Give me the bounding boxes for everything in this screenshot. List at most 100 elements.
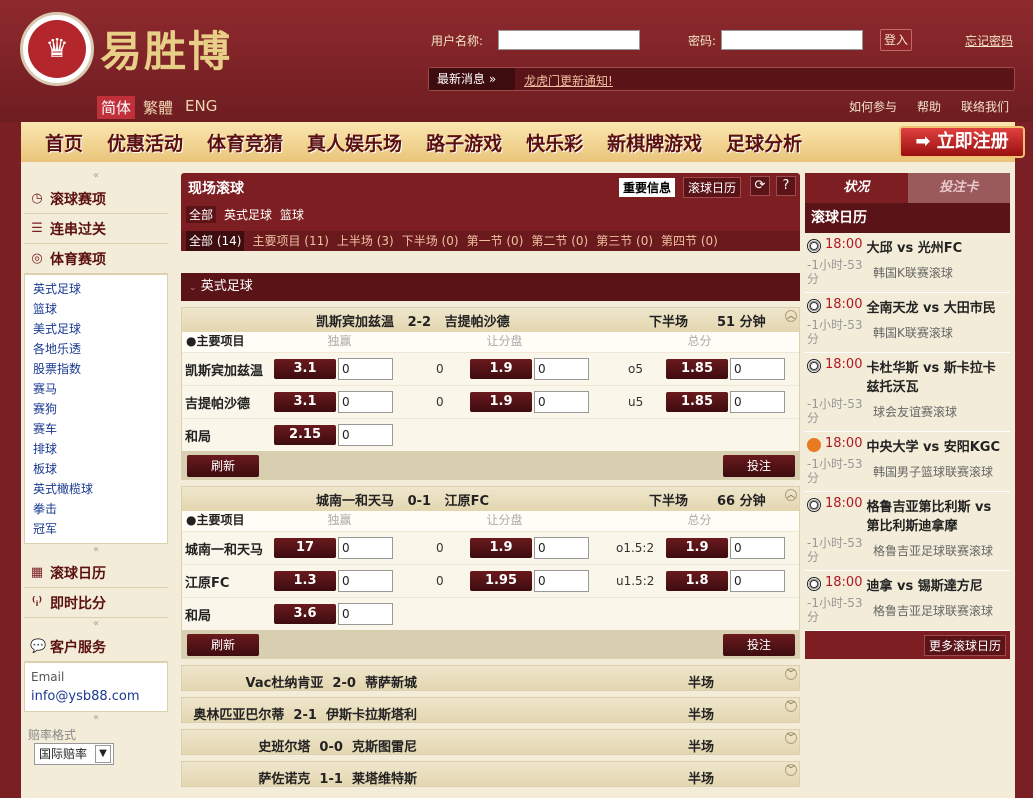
sidebar-live-calendar[interactable]: ▦ 滚球日历 xyxy=(24,558,168,588)
odds-button[interactable]: 3.1 xyxy=(274,392,336,412)
sidebar-customer-service[interactable]: 💬 客户服务 xyxy=(24,632,168,662)
register-button[interactable]: ➡ 立即注册 xyxy=(899,126,1025,158)
collapse-icon[interactable]: « xyxy=(24,170,168,184)
stake-input[interactable]: 0 xyxy=(534,570,589,592)
nav-lottery[interactable]: 快乐彩 xyxy=(514,129,595,156)
help-icon[interactable]: ? xyxy=(776,176,796,196)
calendar-event[interactable]: 18:00 大邱 vs 光州FC -1小时-53分 韩国K联赛滚球 xyxy=(805,233,1010,293)
sport-link-lotto[interactable]: 各地乐透 xyxy=(33,339,159,359)
collapse-icon[interactable]: « xyxy=(24,712,168,726)
lang-english[interactable]: ENG xyxy=(181,96,221,119)
tab-status[interactable]: 状况 xyxy=(805,173,908,203)
tab-bet-slip[interactable]: 投注卡 xyxy=(907,173,1010,203)
odds-button[interactable]: 1.95 xyxy=(470,571,532,591)
lang-traditional[interactable]: 繁體 xyxy=(139,96,177,119)
stake-input[interactable]: 0 xyxy=(534,358,589,380)
calendar-event[interactable]: 18:00 格鲁吉亚第比利斯 vs 第比利斯迪拿摩 -1小时-53分 格鲁吉亚足球联… xyxy=(805,492,1010,571)
period-first-half[interactable]: 上半场 (3) xyxy=(337,231,394,251)
sidebar-parlay[interactable]: ☰ 连串过关 xyxy=(24,214,168,244)
stake-input[interactable]: 0 xyxy=(338,570,393,592)
nav-football-analysis[interactable]: 足球分析 xyxy=(714,129,814,156)
sport-link-motor[interactable]: 赛车 xyxy=(33,419,159,439)
calendar-event[interactable]: 18:00 卡杜华斯 vs 斯卡拉卡兹托沃瓦 -1小时-53分 球会友谊赛滚球 xyxy=(805,353,1010,432)
password-input[interactable] xyxy=(721,30,863,50)
odds-button[interactable]: 1.3 xyxy=(274,571,336,591)
news-link[interactable]: 龙虎门更新通知! xyxy=(524,72,613,89)
calendar-event[interactable]: 18:00 全南天龙 vs 大田市民 -1小时-53分 韩国K联赛滚球 xyxy=(805,293,1010,353)
refresh-icon[interactable]: ⟳ xyxy=(750,176,770,196)
nav-home[interactable]: 首页 xyxy=(33,129,95,156)
odds-button[interactable]: 1.8 xyxy=(666,571,728,591)
help-link[interactable]: 帮助 xyxy=(917,98,941,115)
lang-simplified[interactable]: 简体 xyxy=(97,96,136,119)
brand-name[interactable]: 易胜博 xyxy=(100,18,232,79)
sport-link-football[interactable]: 英式足球 xyxy=(33,279,159,299)
sport-link-rugby[interactable]: 英式橄榄球 xyxy=(33,479,159,499)
sport-link-volleyball[interactable]: 排球 xyxy=(33,439,159,459)
odds-button[interactable]: 17 xyxy=(274,538,336,558)
forgot-password-link[interactable]: 忘记密码 xyxy=(965,32,1013,49)
sport-link-stocks[interactable]: 股票指数 xyxy=(33,359,159,379)
period-q1[interactable]: 第一节 (0) xyxy=(467,231,524,251)
period-second-half[interactable]: 下半场 (0) xyxy=(402,231,459,251)
period-q4[interactable]: 第四节 (0) xyxy=(661,231,718,251)
odds-format-select[interactable]: 国际赔率 ▼ xyxy=(34,743,114,765)
sport-filter-basketball[interactable]: 篮球 xyxy=(280,206,304,223)
odds-button[interactable]: 1.85 xyxy=(666,359,728,379)
bet-button[interactable]: 投注 xyxy=(723,455,795,477)
refresh-button[interactable]: 刷新 xyxy=(187,634,259,656)
stake-input[interactable]: 0 xyxy=(730,570,785,592)
sport-filter-all[interactable]: 全部 xyxy=(186,206,217,223)
stake-input[interactable]: 0 xyxy=(730,537,785,559)
odds-button[interactable]: 1.9 xyxy=(470,538,532,558)
refresh-button[interactable]: 刷新 xyxy=(187,455,259,477)
collapsed-match[interactable]: 萨佐诺克 1-1 莱塔维特斯 半场 ﹀ xyxy=(181,761,800,787)
expand-icon[interactable]: ﹀ xyxy=(785,668,797,680)
period-all[interactable]: 全部 (14) xyxy=(186,231,245,251)
login-button[interactable]: 登入 xyxy=(880,29,912,51)
more-calendar-button[interactable]: 更多滚球日历 xyxy=(923,635,1006,656)
odds-button[interactable]: 1.85 xyxy=(666,392,728,412)
stake-input[interactable]: 0 xyxy=(534,537,589,559)
contact-link[interactable]: 联络我们 xyxy=(961,98,1009,115)
email-link[interactable]: info@ysb88.com xyxy=(31,687,161,707)
odds-button[interactable]: 3.1 xyxy=(274,359,336,379)
expand-icon[interactable]: ﹀ xyxy=(785,700,797,712)
sport-link-outright[interactable]: 冠军 xyxy=(33,519,159,539)
logo-icon[interactable]: ♛ xyxy=(20,12,94,86)
stake-input[interactable]: 0 xyxy=(338,537,393,559)
expand-icon[interactable]: ﹀ xyxy=(785,764,797,776)
nav-sports[interactable]: 体育竞猜 xyxy=(195,129,295,156)
important-info-button[interactable]: 重要信息 xyxy=(619,178,676,197)
sidebar-live-score[interactable]: ⁽ᵢ⁾ 即时比分 xyxy=(24,588,168,618)
period-q3[interactable]: 第三节 (0) xyxy=(596,231,653,251)
nav-card-games[interactable]: 新棋牌游戏 xyxy=(595,129,714,156)
collapsed-match[interactable]: Vac杜纳肯亚 2-0 蒂萨新城 半场 ﹀ xyxy=(181,665,800,691)
odds-button[interactable]: 1.9 xyxy=(470,392,532,412)
collapse-icon[interactable]: « xyxy=(24,618,168,632)
stake-input[interactable]: 0 xyxy=(730,391,785,413)
live-calendar-button[interactable]: 滚球日历 xyxy=(683,177,742,198)
sidebar-live-events[interactable]: ◷ 滚球赛项 xyxy=(24,184,168,214)
collapse-up-icon[interactable]: ︿ xyxy=(785,310,797,322)
odds-button[interactable]: 1.9 xyxy=(666,538,728,558)
odds-button[interactable]: 2.15 xyxy=(274,425,336,445)
calendar-event[interactable]: 18:00 中央大学 vs 安阳KGC -1小时-53分 韩国男子篮球联赛滚球 xyxy=(805,432,1010,492)
collapsed-match[interactable]: 史班尔塔 0-0 克斯图雷尼 半场 ﹀ xyxy=(181,729,800,755)
sport-filter-football[interactable]: 英式足球 xyxy=(224,206,272,223)
bet-button[interactable]: 投注 xyxy=(723,634,795,656)
sport-link-boxing[interactable]: 拳击 xyxy=(33,499,159,519)
collapse-icon[interactable]: « xyxy=(24,544,168,558)
stake-input[interactable]: 0 xyxy=(338,603,393,625)
expand-icon[interactable]: ﹀ xyxy=(785,732,797,744)
league-header[interactable]: ⌄ 英式足球 xyxy=(181,273,800,301)
period-q2[interactable]: 第二节 (0) xyxy=(531,231,588,251)
nav-road-games[interactable]: 路子游戏 xyxy=(414,129,514,156)
sidebar-sports[interactable]: ◎ 体育赛项 xyxy=(24,244,168,274)
sport-link-horse[interactable]: 赛马 xyxy=(33,379,159,399)
calendar-event[interactable]: 18:00 迪拿 vs 锡斯達方尼 -1小时-53分 格鲁吉亚足球联赛滚球 xyxy=(805,571,1010,631)
stake-input[interactable]: 0 xyxy=(730,358,785,380)
odds-button[interactable]: 3.6 xyxy=(274,604,336,624)
sport-link-greyhound[interactable]: 赛狗 xyxy=(33,399,159,419)
stake-input[interactable]: 0 xyxy=(534,391,589,413)
